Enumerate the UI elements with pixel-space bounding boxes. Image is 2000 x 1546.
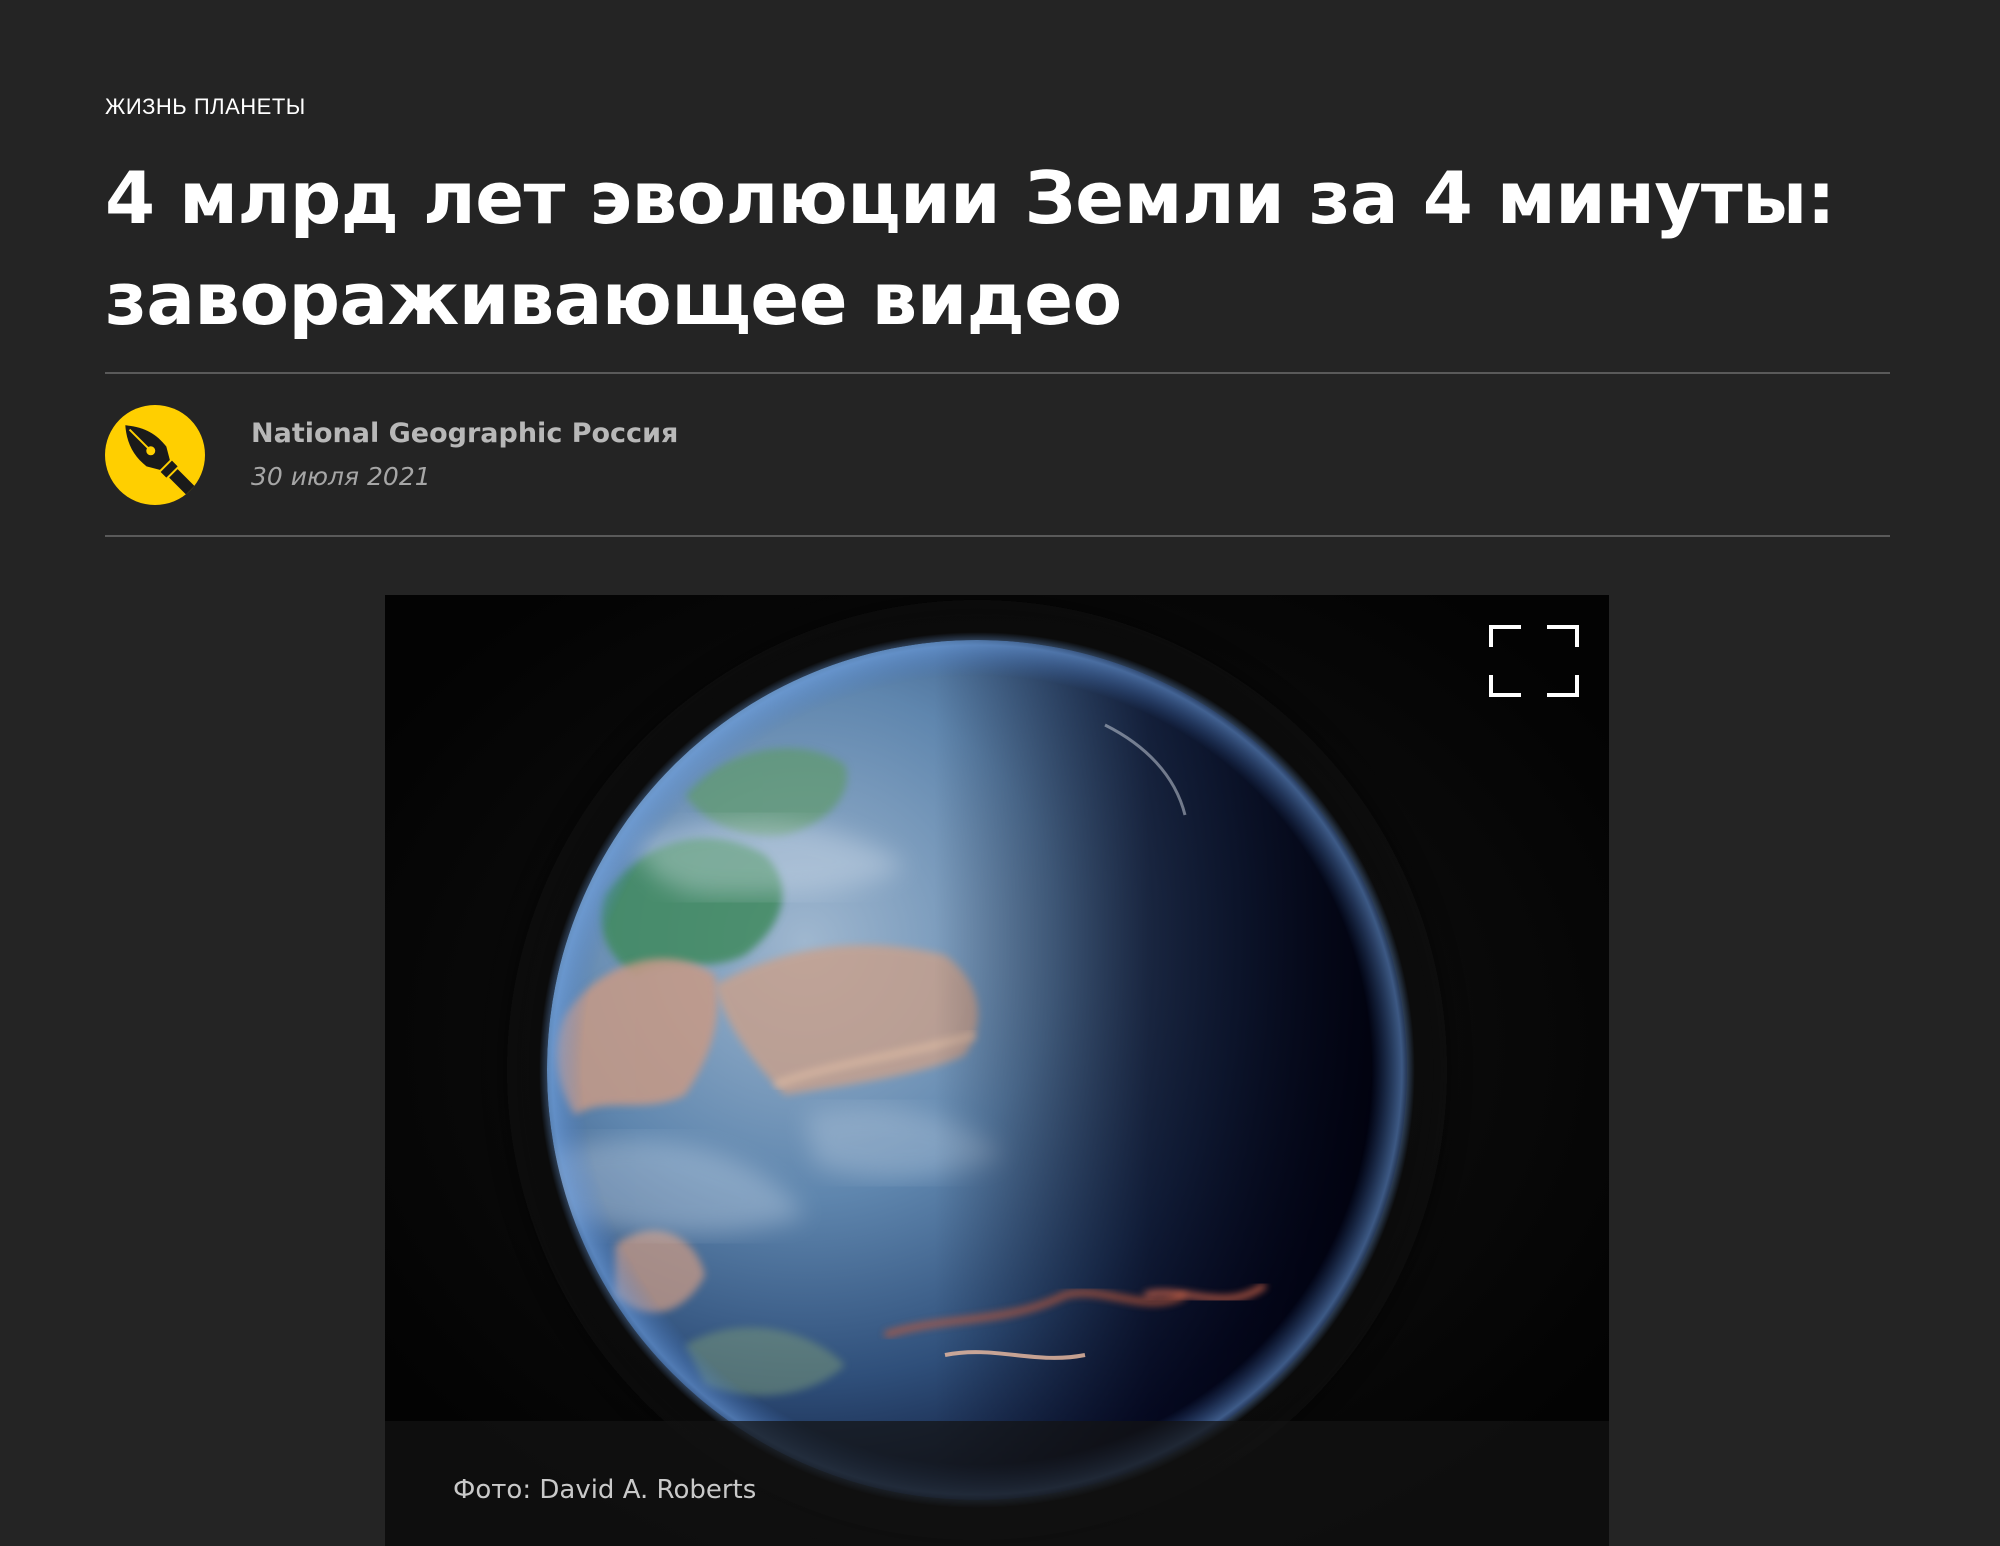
author-avatar[interactable] (105, 405, 205, 505)
article-title-line-1: 4 млрд лет эволюции Земли за 4 минуты: (105, 156, 1836, 240)
article-hero-image[interactable]: Фото: David A. Roberts (385, 595, 1609, 1546)
article-title: 4 млрд лет эволюции Земли за 4 минуты: з… (105, 148, 1885, 350)
fullscreen-button[interactable] (1489, 625, 1579, 697)
photo-credit: Фото: David A. Roberts (453, 1475, 757, 1505)
fullscreen-expand-icon (1489, 625, 1579, 697)
divider-bottom (105, 535, 1890, 537)
divider-top (105, 372, 1890, 374)
earth-globe-image (385, 595, 1609, 1546)
category-label[interactable]: ЖИЗНЬ ПЛАНЕТЫ (105, 94, 306, 120)
article-title-line-2: завораживающее видео (105, 257, 1122, 341)
article-page: ЖИЗНЬ ПЛАНЕТЫ 4 млрд лет эволюции Земли … (0, 0, 2000, 1546)
publish-date: 30 июля 2021 (251, 462, 431, 491)
fountain-pen-nib-icon (125, 425, 195, 495)
author-name[interactable]: National Geographic Россия (251, 418, 678, 449)
